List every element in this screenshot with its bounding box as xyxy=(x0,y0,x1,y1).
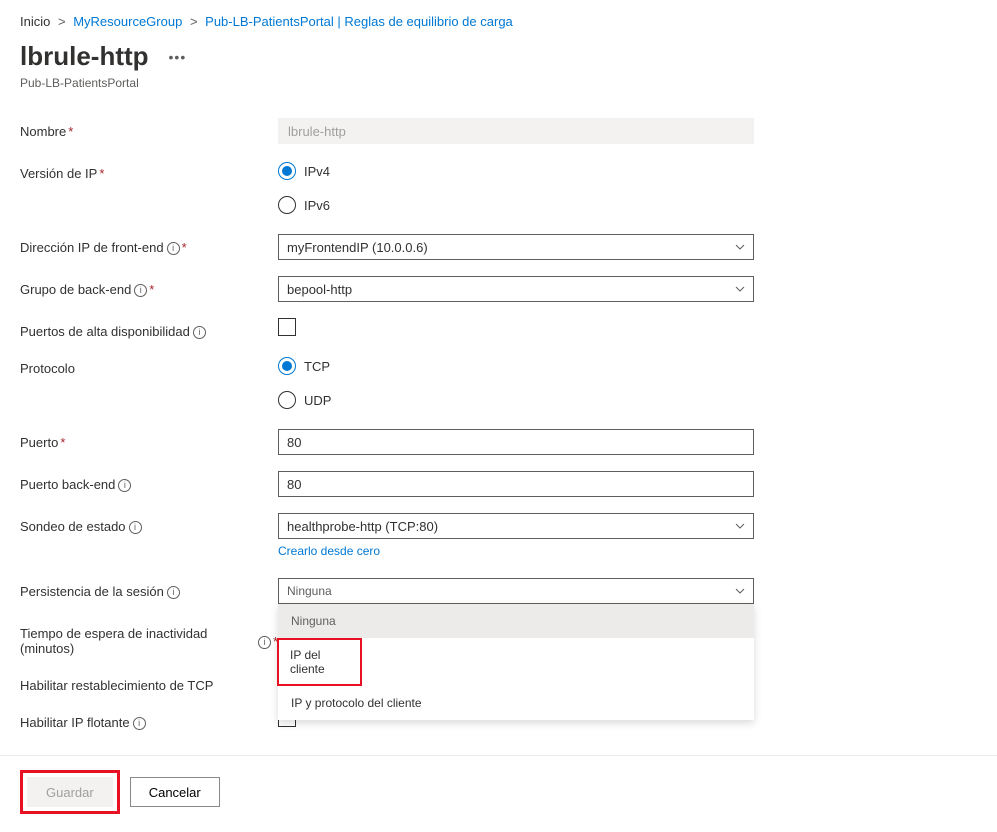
breadcrumb-loadbalancer[interactable]: Pub-LB-PatientsPortal | Reglas de equili… xyxy=(205,14,513,29)
label-haports: Puertos de alta disponibilidadi xyxy=(20,318,278,339)
frontend-dropdown[interactable]: myFrontendIP (10.0.0.6) xyxy=(278,234,754,260)
info-icon[interactable]: i xyxy=(133,717,146,730)
chevron-down-icon xyxy=(735,586,745,596)
form-area: Nombre* Versión de IP* IPv4 IPv6 xyxy=(0,100,997,730)
chevron-down-icon xyxy=(735,242,745,252)
label-session: Persistencia de la sesióni xyxy=(20,578,278,599)
label-idle: Tiempo de espera de inactividad (minutos… xyxy=(20,620,278,656)
label-backend: Grupo de back-endi* xyxy=(20,276,278,297)
radio-ipv6[interactable]: IPv6 xyxy=(278,196,754,214)
label-protocol: Protocolo xyxy=(20,355,278,376)
cancel-button[interactable]: Cancelar xyxy=(130,777,220,807)
breadcrumb-separator: > xyxy=(58,14,66,29)
label-tcpreset: Habilitar restablecimiento de TCP xyxy=(20,672,278,693)
breadcrumb-home[interactable]: Inicio xyxy=(20,14,50,29)
radio-ipv4[interactable]: IPv4 xyxy=(278,162,754,180)
backendport-input[interactable] xyxy=(278,471,754,497)
session-option-clientip[interactable]: IP del cliente xyxy=(278,638,754,686)
info-icon[interactable]: i xyxy=(193,326,206,339)
session-dropdown-list: Ninguna IP del cliente IP y protocolo de… xyxy=(278,604,754,720)
breadcrumb-separator: > xyxy=(190,14,198,29)
label-name: Nombre* xyxy=(20,118,278,139)
session-option-none[interactable]: Ninguna xyxy=(278,604,754,638)
chevron-down-icon xyxy=(735,284,745,294)
more-actions-icon[interactable]: ••• xyxy=(169,49,187,65)
session-dropdown[interactable]: Ninguna xyxy=(278,578,754,604)
name-input xyxy=(278,118,754,144)
port-input[interactable] xyxy=(278,429,754,455)
title-block: lbrule-http ••• Pub-LB-PatientsPortal xyxy=(0,37,997,100)
info-icon[interactable]: i xyxy=(167,242,180,255)
subtitle: Pub-LB-PatientsPortal xyxy=(20,76,977,90)
info-icon[interactable]: i xyxy=(118,479,131,492)
radio-tcp[interactable]: TCP xyxy=(278,357,754,375)
label-floating: Habilitar IP flotantei xyxy=(20,709,278,730)
info-icon[interactable]: i xyxy=(258,636,271,649)
create-healthprobe-link[interactable]: Crearlo desde cero xyxy=(278,544,380,558)
info-icon[interactable]: i xyxy=(134,284,147,297)
save-button[interactable]: Guardar xyxy=(27,777,113,807)
chevron-down-icon xyxy=(735,521,745,531)
info-icon[interactable]: i xyxy=(167,586,180,599)
label-port: Puerto* xyxy=(20,429,278,450)
page-title: lbrule-http xyxy=(20,41,149,72)
label-ipversion: Versión de IP* xyxy=(20,160,278,181)
label-backendport: Puerto back-endi xyxy=(20,471,278,492)
label-frontend: Dirección IP de front-endi* xyxy=(20,234,278,255)
radio-udp[interactable]: UDP xyxy=(278,391,754,409)
breadcrumb: Inicio > MyResourceGroup > Pub-LB-Patien… xyxy=(0,0,997,37)
session-option-clientip-proto[interactable]: IP y protocolo del cliente xyxy=(278,686,754,720)
breadcrumb-resourcegroup[interactable]: MyResourceGroup xyxy=(73,14,182,29)
haports-checkbox[interactable] xyxy=(278,318,296,336)
backend-dropdown[interactable]: bepool-http xyxy=(278,276,754,302)
footer-bar: Guardar Cancelar xyxy=(0,755,997,832)
info-icon[interactable]: i xyxy=(129,521,142,534)
healthprobe-dropdown[interactable]: healthprobe-http (TCP:80) xyxy=(278,513,754,539)
label-healthprobe: Sondeo de estadoi xyxy=(20,513,278,534)
